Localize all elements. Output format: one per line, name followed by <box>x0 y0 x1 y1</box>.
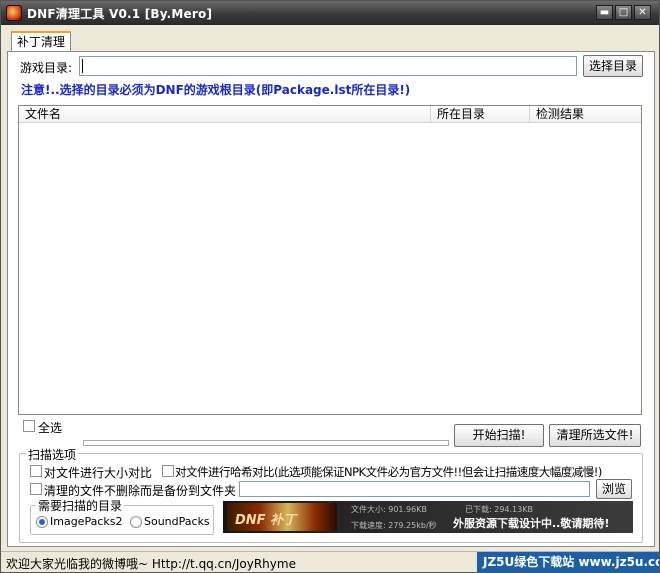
size-compare-label: 对文件进行大小对比 <box>44 466 153 480</box>
scan-dirs-title: 需要扫描的目录 <box>36 497 125 514</box>
clean-selected-button[interactable]: 清理所选文件! <box>549 424 641 447</box>
column-directory[interactable]: 所在目录 <box>431 106 530 123</box>
soundpacks-radio[interactable] <box>130 516 142 528</box>
backup-path-input[interactable] <box>239 481 590 497</box>
banner-logo: DNF 补丁 <box>227 503 337 531</box>
hash-compare-checkbox[interactable] <box>162 465 174 477</box>
site-watermark: JZ5U绿色下载站 www.jz5u.com <box>477 552 659 572</box>
file-list-header: 文件名 所在目录 检测结果 <box>19 106 641 123</box>
status-text: 欢迎大家光临我的微博哦~ Http://t.qq.cn/JoyRhyme <box>6 557 296 571</box>
backup-checkbox[interactable] <box>30 483 42 495</box>
size-compare-checkbox[interactable] <box>30 465 42 477</box>
column-file-name[interactable]: 文件名 <box>19 106 431 123</box>
select-all-label: 全选 <box>38 421 63 435</box>
column-result[interactable]: 检测结果 <box>530 106 641 123</box>
browse-button[interactable]: 浏览 <box>596 479 632 499</box>
banner-message: 外服资源下载设计中..敬请期待! <box>453 517 610 530</box>
imagepacks2-label: ImagePacks2 <box>50 515 123 528</box>
game-dir-input[interactable] <box>79 56 577 76</box>
title-bar[interactable]: DNF清理工具 V0.1 [By.Mero] ▬ □ ✕ <box>1 1 659 25</box>
window-title: DNF清理工具 V0.1 [By.Mero] <box>27 7 213 21</box>
banner-downloaded: 已下载: 294.13KB <box>465 505 533 514</box>
select-dir-button[interactable]: 选择目录 <box>583 55 643 77</box>
tab-patch-clean[interactable]: 补丁清理 <box>11 31 71 52</box>
minimize-button[interactable]: ▬ <box>596 5 613 20</box>
text-caret <box>82 59 83 73</box>
soundpacks-label: SoundPacks <box>144 515 210 528</box>
app-icon <box>6 5 22 21</box>
start-scan-button[interactable]: 开始扫描! <box>454 424 544 447</box>
notice-text: 注意!..选择的目录必须为DNF的游戏根目录(即Package.lst所在目录!… <box>21 83 411 97</box>
hash-compare-label: 对文件进行哈希对比(此选项能保证NPK文件必为官方文件!!但会让扫描速度大幅度减… <box>175 465 602 479</box>
download-banner: DNF 补丁 文件大小: 901.96KB 已下载: 294.13KB 下载速度… <box>223 501 633 533</box>
banner-speed: 下载速度: 279.25kb/秒 <box>351 521 437 530</box>
close-button[interactable]: ✕ <box>634 5 651 20</box>
select-all-checkbox[interactable] <box>23 420 35 432</box>
scan-options-title: 扫描选项 <box>26 446 79 463</box>
game-dir-label: 游戏目录: <box>20 61 73 75</box>
banner-logo-text: DNF 补丁 <box>235 513 297 528</box>
maximize-button[interactable]: □ <box>615 5 632 20</box>
file-list[interactable]: 文件名 所在目录 检测结果 <box>18 105 642 415</box>
scan-progress-bar <box>83 440 449 446</box>
banner-file-size: 文件大小: 901.96KB <box>351 505 427 514</box>
imagepacks2-radio[interactable] <box>36 516 48 528</box>
main-window: DNF清理工具 V0.1 [By.Mero] ▬ □ ✕ 补丁清理 游戏目录: … <box>0 0 660 573</box>
